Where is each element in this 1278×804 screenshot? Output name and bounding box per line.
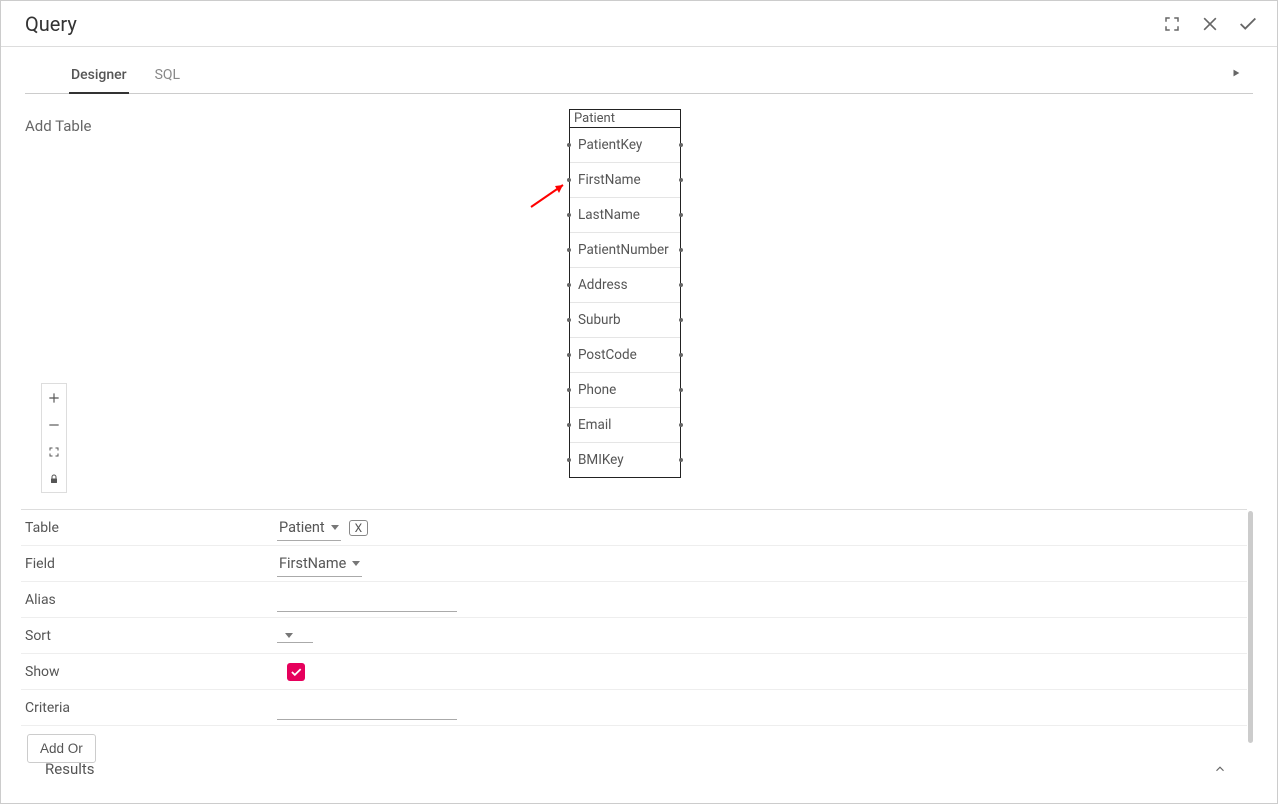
close-icon[interactable] bbox=[1199, 13, 1221, 35]
confirm-icon[interactable] bbox=[1237, 13, 1259, 35]
designer-canvas[interactable]: Patient PatientKey FirstName LastName Pa… bbox=[25, 101, 1253, 507]
field-select-value: FirstName bbox=[279, 555, 346, 572]
table-col[interactable]: Phone bbox=[570, 373, 680, 408]
criteria-input[interactable] bbox=[277, 695, 457, 720]
table-col[interactable]: Address bbox=[570, 268, 680, 303]
alias-input[interactable] bbox=[277, 587, 457, 612]
label-criteria: Criteria bbox=[21, 692, 277, 724]
chevron-up-icon[interactable] bbox=[1213, 762, 1227, 776]
zoom-fit-button[interactable] bbox=[42, 438, 66, 465]
results-bar[interactable]: Results bbox=[21, 749, 1247, 789]
tab-designer[interactable]: Designer bbox=[69, 59, 129, 93]
table-select[interactable]: Patient bbox=[277, 515, 341, 541]
table-select-value: Patient bbox=[279, 519, 325, 536]
label-alias: Alias bbox=[21, 584, 277, 616]
label-field: Field bbox=[21, 548, 277, 580]
label-show: Show bbox=[21, 656, 277, 688]
fields-panel: Table Patient X Field FirstName Alias So… bbox=[21, 509, 1247, 763]
table-col[interactable]: PatientKey bbox=[570, 128, 680, 163]
label-table: Table bbox=[21, 512, 277, 544]
tab-sql[interactable]: SQL bbox=[153, 59, 182, 93]
table-col[interactable]: PostCode bbox=[570, 338, 680, 373]
show-checkbox[interactable] bbox=[287, 663, 305, 681]
fullscreen-icon[interactable] bbox=[1161, 13, 1183, 35]
table-col[interactable]: FirstName bbox=[570, 163, 680, 198]
results-label: Results bbox=[45, 760, 95, 778]
page-title: Query bbox=[25, 12, 77, 36]
dropdown-caret-icon bbox=[285, 633, 293, 638]
label-sort: Sort bbox=[21, 620, 277, 652]
scrollbar[interactable] bbox=[1248, 511, 1253, 743]
dropdown-caret-icon bbox=[331, 525, 339, 530]
remove-table-button[interactable]: X bbox=[349, 520, 369, 536]
table-card-header[interactable]: Patient bbox=[570, 110, 680, 128]
zoom-lock-button[interactable] bbox=[42, 465, 66, 492]
zoom-in-button[interactable] bbox=[42, 384, 66, 411]
table-card-patient[interactable]: Patient PatientKey FirstName LastName Pa… bbox=[569, 109, 681, 478]
dropdown-caret-icon bbox=[352, 561, 360, 566]
table-col[interactable]: LastName bbox=[570, 198, 680, 233]
sort-select[interactable] bbox=[277, 629, 313, 643]
table-col[interactable]: Email bbox=[570, 408, 680, 443]
field-select[interactable]: FirstName bbox=[277, 551, 362, 577]
run-icon[interactable] bbox=[1231, 65, 1253, 87]
table-col[interactable]: Suburb bbox=[570, 303, 680, 338]
zoom-out-button[interactable] bbox=[42, 411, 66, 438]
table-col[interactable]: BMIKey bbox=[570, 443, 680, 477]
table-col[interactable]: PatientNumber bbox=[570, 233, 680, 268]
